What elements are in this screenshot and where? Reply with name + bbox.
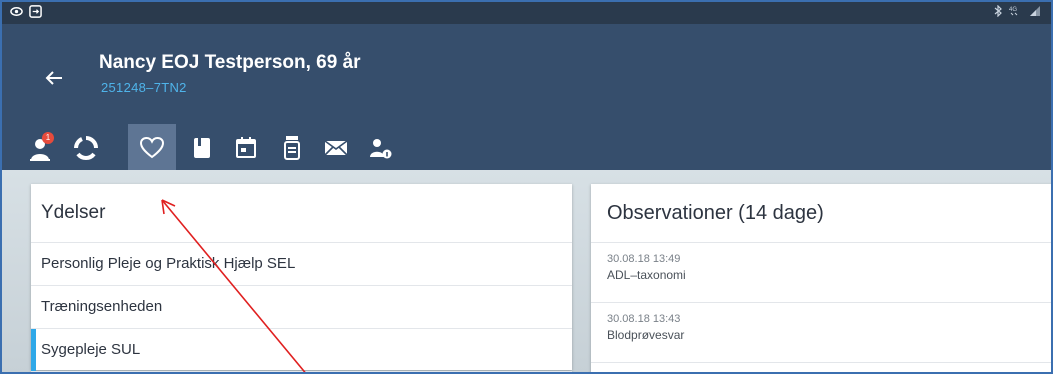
patient-toolbar: 1 <box>2 124 502 172</box>
notification-badge: 1 <box>42 132 54 144</box>
person-info-icon <box>370 139 392 159</box>
circle-progress-icon <box>74 136 98 160</box>
app-window: 4G Nancy EOJ Testperson, 69 år 251248–7T… <box>0 0 1053 374</box>
tab-calendar[interactable] <box>224 124 268 172</box>
signal-icon <box>1030 6 1040 16</box>
observationer-title: Observationer (14 dage) <box>591 184 1051 243</box>
heart-icon <box>139 136 165 159</box>
tab-messages[interactable] <box>314 124 358 172</box>
list-item-sygepleje[interactable]: Sygepleje SUL <box>31 329 572 372</box>
eye-icon <box>10 7 23 16</box>
content-area: Ydelser Personlig Pleje og Praktisk Hjæl… <box>2 170 1051 372</box>
list-item-traeningsenheden[interactable]: Træningsenheden <box>31 286 572 329</box>
observation-item[interactable]: 30.08.18 13:49 ADL–taxonomi <box>591 243 1051 303</box>
tab-health[interactable] <box>128 124 176 172</box>
bluetooth-icon <box>994 5 1002 17</box>
patient-cpr: 251248–7TN2 <box>101 80 187 95</box>
screen-mirror-icon <box>29 5 42 18</box>
observation-date: 30.08.18 13:43 <box>607 313 681 325</box>
observationer-card: Observationer (14 dage) 30.08.18 13:49 A… <box>591 184 1051 372</box>
patient-header: Nancy EOJ Testperson, 69 år 251248–7TN2 … <box>2 24 1051 172</box>
svg-text:4G: 4G <box>1009 7 1017 13</box>
medicine-icon <box>284 136 300 160</box>
network-4g-icon: 4G <box>1009 7 1018 16</box>
tab-progress[interactable] <box>64 124 108 172</box>
observation-label: Blodprøvesvar <box>607 328 685 342</box>
ydelser-card: Ydelser Personlig Pleje og Praktisk Hjæl… <box>31 184 572 372</box>
calendar-icon <box>236 137 256 158</box>
status-bar: 4G <box>2 2 1051 24</box>
tab-person-alert[interactable]: 1 <box>18 124 62 172</box>
tab-medicine[interactable] <box>270 124 314 172</box>
book-icon <box>194 138 210 158</box>
mail-icon <box>324 140 348 156</box>
tab-journal[interactable] <box>180 124 224 172</box>
tab-person-info[interactable] <box>358 124 402 172</box>
list-item-personlig-pleje[interactable]: Personlig Pleje og Praktisk Hjælp SEL <box>31 243 572 286</box>
ydelser-title: Ydelser <box>31 184 572 243</box>
observation-date: 30.08.18 13:49 <box>607 253 681 265</box>
observation-label: ADL–taxonomi <box>607 268 686 282</box>
back-arrow-icon[interactable] <box>42 66 66 90</box>
patient-name: Nancy EOJ Testperson, 69 år <box>99 52 361 73</box>
observation-item[interactable]: 30.08.18 13:43 Blodprøvesvar <box>591 303 1051 363</box>
